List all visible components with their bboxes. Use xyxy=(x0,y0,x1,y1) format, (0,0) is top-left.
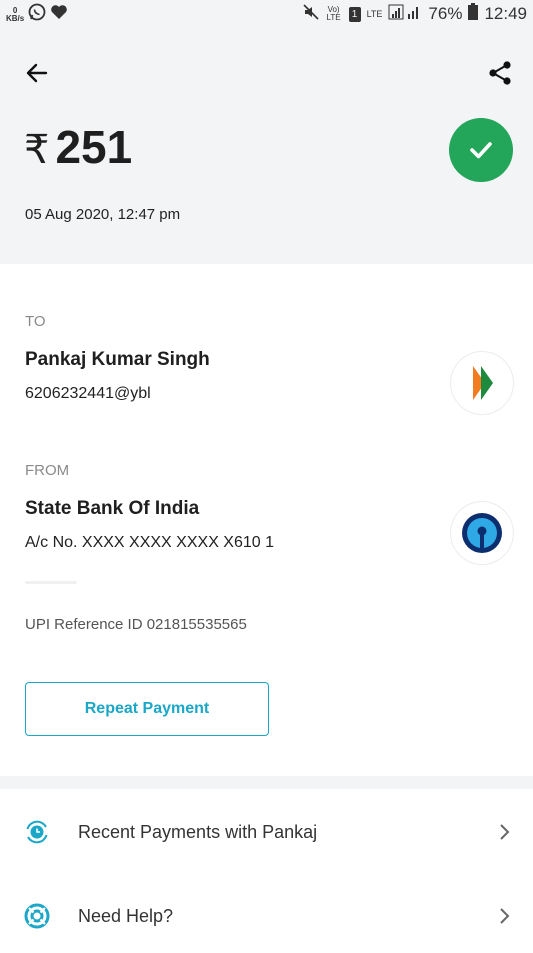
sbi-logo-icon xyxy=(462,513,502,553)
upi-reference-id: UPI Reference ID 021815535565 xyxy=(25,616,247,633)
transaction-header: ₹ 251 05 Aug 2020, 12:47 pm xyxy=(0,28,533,264)
arrow-left-icon xyxy=(26,63,48,83)
section-separator xyxy=(0,776,533,789)
currency-symbol: ₹ xyxy=(24,128,50,172)
status-bar: 0 KB/s Vo) LTE 1 LTE 76% 12:49 xyxy=(0,0,533,28)
volte-indicator: Vo) LTE xyxy=(326,5,341,22)
repeat-payment-button[interactable]: Repeat Payment xyxy=(25,682,269,736)
success-badge xyxy=(449,118,513,182)
recent-payments-label: Recent Payments with Pankaj xyxy=(78,822,318,842)
chevron-right-icon xyxy=(500,824,510,840)
help-lifebuoy-icon xyxy=(24,903,50,929)
status-left: 0 KB/s xyxy=(6,3,68,26)
bhim-upi-logo xyxy=(451,352,513,414)
amount-value: 251 xyxy=(55,121,133,173)
status-right: Vo) LTE 1 LTE 76% 12:49 xyxy=(303,3,527,25)
need-help-label: Need Help? xyxy=(78,906,174,926)
amount: ₹ 251 xyxy=(24,120,132,174)
transaction-datetime: 05 Aug 2020, 12:47 pm xyxy=(25,206,181,223)
section-divider xyxy=(25,581,77,584)
bank-name: State Bank Of India xyxy=(25,498,200,519)
upi-logo-icon xyxy=(473,366,493,400)
checkmark-icon xyxy=(470,142,492,159)
heart-icon xyxy=(50,4,68,25)
clock: 12:49 xyxy=(484,4,527,23)
signal-icon xyxy=(388,4,422,25)
lte-indicator: LTE xyxy=(366,9,383,19)
recent-payments-row[interactable]: Recent Payments with Pankaj xyxy=(0,789,533,873)
need-help-row[interactable]: Need Help? xyxy=(0,873,533,953)
share-button[interactable] xyxy=(485,58,515,88)
from-label: FROM xyxy=(25,462,70,479)
to-label: TO xyxy=(25,313,46,330)
chevron-right-icon xyxy=(500,908,510,924)
sim-indicator: 1 xyxy=(348,6,361,22)
payee-upi-id: 6206232441@ybl xyxy=(25,385,151,402)
sbi-logo xyxy=(451,502,513,564)
payee-name: Pankaj Kumar Singh xyxy=(25,349,210,370)
recent-payments-icon xyxy=(26,820,48,844)
account-number: A/c No. XXXX XXXX XXXX X610 1 xyxy=(25,534,275,551)
battery-icon xyxy=(468,3,479,25)
network-speed-unit: KB/s xyxy=(6,13,25,23)
battery-percent: 76% xyxy=(428,4,463,23)
whatsapp-icon xyxy=(28,3,46,26)
back-button[interactable] xyxy=(22,58,52,88)
network-speed: 0 KB/s xyxy=(6,6,25,23)
mute-icon xyxy=(303,3,319,25)
share-icon xyxy=(489,61,511,85)
